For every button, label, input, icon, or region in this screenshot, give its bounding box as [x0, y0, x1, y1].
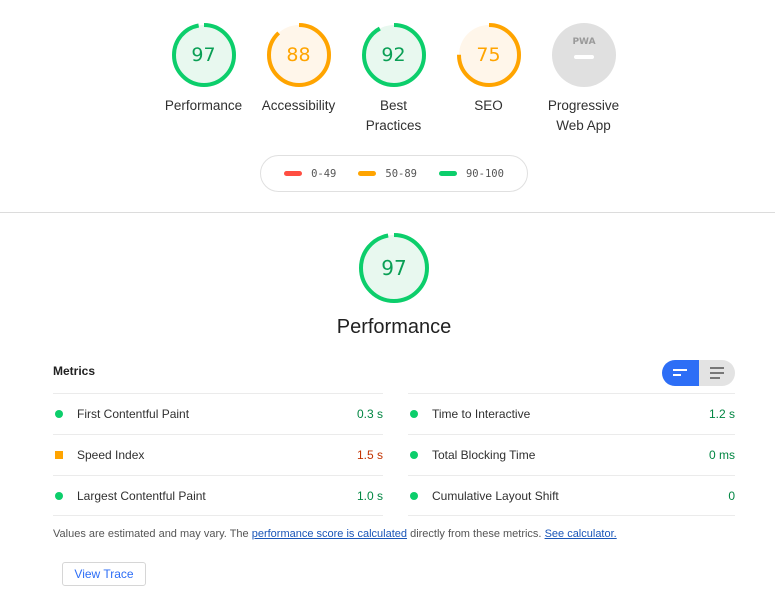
metric-status-icon — [55, 410, 63, 418]
metric-name: Cumulative Layout Shift — [432, 488, 559, 503]
metric-value: 1.5 s — [356, 448, 383, 462]
gauge-ring: 92 — [361, 22, 427, 88]
category-score: 97 — [381, 256, 407, 280]
legend-item-pass: 90-100 — [438, 167, 504, 180]
gauge-performance[interactable]: 97 Performance — [156, 22, 251, 116]
gauge-accessibility[interactable]: 88 Accessibility — [251, 22, 346, 116]
pass-swatch-icon — [438, 171, 457, 176]
metrics-header: Metrics — [53, 364, 96, 378]
pwa-text: PWA — [572, 37, 595, 47]
gauge-best-practices[interactable]: 92 Best Practices — [346, 22, 441, 136]
gauge-score: 97 — [191, 44, 216, 66]
metric-row: Cumulative Layout Shift 0 — [408, 475, 735, 516]
gauge-label: SEO — [474, 98, 503, 113]
gauge-label: Progressive Web App — [547, 98, 620, 133]
metric-name: Largest Contentful Paint — [77, 488, 206, 503]
gauge-label: Best Practices — [365, 98, 422, 133]
gauge-label: Accessibility — [261, 98, 336, 113]
legend-item-average: 50-89 — [358, 168, 417, 180]
metric-status-icon — [55, 491, 63, 500]
metric-status-icon — [410, 451, 418, 459]
compact-view-button[interactable] — [662, 360, 699, 386]
gauge-label: Performance — [164, 98, 243, 113]
see-calculator-link[interactable]: See calculator. — [545, 528, 617, 540]
metric-row: First Contentful Paint 0.3 s — [53, 393, 383, 434]
gauge-ring: 97 — [171, 22, 237, 88]
gauge-score: 75 — [476, 44, 501, 66]
metric-row: Total Blocking Time 0 ms — [408, 434, 735, 475]
category-gauge: 97 — [358, 232, 430, 304]
legend-range: 0-49 — [311, 167, 337, 180]
metrics-column-right: Time to Interactive 1.2 s Total Blocking… — [408, 393, 735, 516]
metrics-view-toggle[interactable] — [662, 360, 735, 386]
gauge-seo[interactable]: 75 SEO — [441, 22, 536, 116]
metric-status-icon — [55, 451, 63, 459]
footnote-text: Values are estimated and may vary. The — [53, 528, 252, 540]
metric-status-icon — [410, 491, 418, 500]
score-gauges: 97 Performance 88 Accessibility 92 Best … — [0, 22, 775, 142]
average-swatch-icon — [358, 171, 377, 176]
view-trace-button[interactable]: View Trace — [62, 562, 146, 586]
score-scale-legend: 0-49 50-89 90-100 — [260, 155, 528, 192]
gauge-ring: 75 — [456, 22, 522, 88]
gauge-ring: 88 — [266, 22, 332, 88]
metric-value: 0.3 s — [356, 407, 383, 421]
metric-value: 1.0 s — [356, 488, 383, 503]
expanded-view-button[interactable] — [698, 360, 735, 386]
metric-row: Speed Index 1.5 s — [53, 434, 383, 475]
gauge-pwa[interactable]: PWA Progressive Web App — [536, 22, 631, 136]
pwa-dash — [573, 55, 594, 59]
metric-value: 0 — [728, 488, 735, 503]
lines-full-icon — [709, 367, 724, 379]
metric-status-icon — [410, 410, 418, 418]
metric-name: Speed Index — [77, 448, 145, 462]
pwa-badge-icon: PWA — [551, 22, 617, 88]
gauge-score: 88 — [286, 44, 311, 66]
footnote-text: directly from these metrics. — [407, 528, 545, 540]
metric-value: 0 ms — [708, 448, 735, 462]
section-divider — [0, 212, 775, 213]
category-title: Performance — [336, 316, 452, 338]
metric-value: 1.2 s — [708, 407, 735, 421]
gauge-score: 92 — [381, 44, 406, 66]
metric-row: Largest Contentful Paint 1.0 s — [53, 475, 383, 516]
fail-swatch-icon — [284, 171, 303, 176]
metric-name: Time to Interactive — [432, 407, 531, 421]
legend-range: 90-100 — [465, 167, 504, 180]
metric-row: Time to Interactive 1.2 s — [408, 393, 735, 434]
metrics-column-left: First Contentful Paint 0.3 s Speed Index… — [53, 393, 383, 516]
score-calculation-link[interactable]: performance score is calculated — [252, 528, 407, 540]
lines-short-icon — [673, 369, 688, 376]
legend-range: 50-89 — [385, 167, 417, 180]
metric-name: First Contentful Paint — [77, 407, 190, 421]
metrics-footnote: Values are estimated and may vary. The p… — [53, 528, 617, 540]
metric-name: Total Blocking Time — [432, 448, 536, 462]
legend-item-fail: 0-49 — [284, 168, 336, 180]
